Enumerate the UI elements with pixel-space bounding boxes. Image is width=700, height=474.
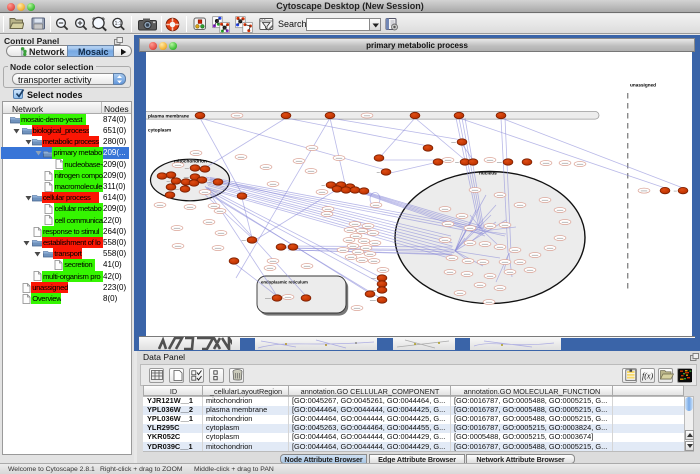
svg-text:cytoplasm: cytoplasm: [148, 127, 171, 133]
svg-text:1:1: 1:1: [115, 21, 122, 27]
svg-text:f(x): f(x): [642, 371, 653, 380]
svg-text:unassigned: unassigned: [630, 82, 656, 88]
svg-text:plasma membrane: plasma membrane: [148, 113, 189, 119]
svg-text:nucleus: nucleus: [479, 170, 497, 176]
